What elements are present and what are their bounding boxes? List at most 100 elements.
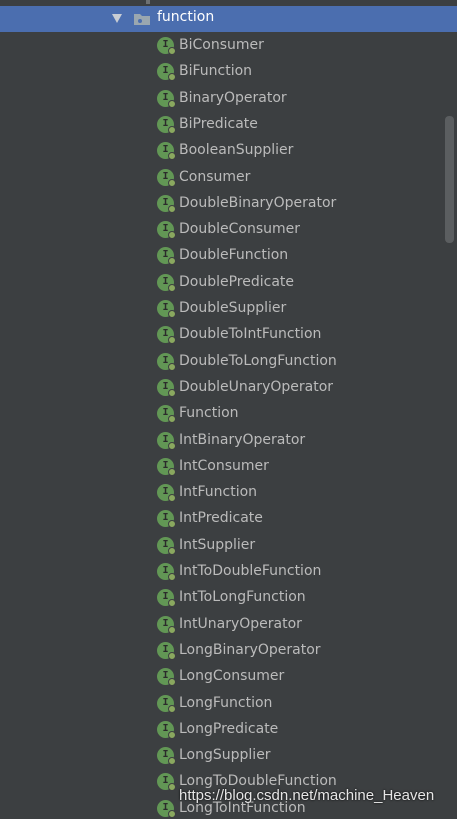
pin-icon: [168, 546, 176, 555]
tree-item[interactable]: I LongPredicate: [157, 718, 278, 740]
tree-item-label: IntPredicate: [179, 510, 263, 526]
interface-icon: I: [157, 536, 176, 555]
tree-item[interactable]: I IntUnaryOperator: [157, 613, 302, 635]
pin-icon: [168, 651, 176, 660]
tree-item[interactable]: I DoubleFunction: [157, 244, 288, 266]
interface-icon: I: [157, 168, 176, 187]
interface-icon: I: [157, 799, 176, 818]
interface-icon: I: [157, 588, 176, 607]
tree-item[interactable]: I DoubleToIntFunction: [157, 323, 321, 345]
tree-item-label: DoubleUnaryOperator: [179, 379, 334, 395]
interface-icon: I: [157, 457, 176, 476]
pin-icon: [168, 204, 176, 213]
tree-item-label: DoubleBinaryOperator: [179, 195, 337, 211]
tree-item-label: DoubleToLongFunction: [179, 353, 337, 369]
tree-item-label: BiConsumer: [179, 37, 264, 53]
pin-icon: [168, 335, 176, 344]
tree-item[interactable]: I DoubleUnaryOperator: [157, 376, 333, 398]
tree-item-label: LongConsumer: [179, 668, 285, 684]
interface-icon: I: [157, 141, 176, 160]
tree-item[interactable]: I DoubleBinaryOperator: [157, 192, 336, 214]
tree-item[interactable]: I IntConsumer: [157, 455, 269, 477]
tree-item[interactable]: I BinaryOperator: [157, 87, 287, 109]
vertical-scrollbar[interactable]: [445, 116, 454, 243]
interface-icon: I: [157, 62, 176, 81]
tree-item[interactable]: I DoubleSupplier: [157, 297, 286, 319]
pin-icon: [168, 704, 176, 713]
expand-arrow-icon[interactable]: [112, 14, 122, 23]
pin-icon: [168, 125, 176, 134]
tree-item[interactable]: I BooleanSupplier: [157, 139, 293, 161]
tree-item-label: IntBinaryOperator: [179, 432, 306, 448]
pin-icon: [168, 730, 176, 739]
interface-icon: I: [157, 325, 176, 344]
pin-icon: [168, 362, 176, 371]
tree-folder-function[interactable]: function: [0, 6, 457, 32]
tree-item-label: DoubleConsumer: [179, 221, 300, 237]
pin-icon: [168, 414, 176, 423]
tree-item[interactable]: I LongSupplier: [157, 744, 271, 766]
interface-icon: I: [157, 220, 176, 239]
pin-icon: [168, 782, 176, 791]
interface-icon: I: [157, 694, 176, 713]
interface-icon: I: [157, 299, 176, 318]
tree-item[interactable]: I LongBinaryOperator: [157, 639, 321, 661]
pin-icon: [168, 388, 176, 397]
pin-icon: [168, 519, 176, 528]
tree-item[interactable]: I Function: [157, 402, 239, 424]
tree-item-label: Consumer: [179, 169, 251, 185]
tree-item[interactable]: I IntPredicate: [157, 507, 263, 529]
tree-item[interactable]: I BiFunction: [157, 60, 252, 82]
interface-icon: I: [157, 772, 176, 791]
interface-icon: I: [157, 720, 176, 739]
folder-label: function: [157, 9, 215, 25]
pin-icon: [168, 283, 176, 292]
interface-icon: I: [157, 509, 176, 528]
interface-icon: I: [157, 431, 176, 450]
package-folder-icon: [134, 14, 150, 25]
interface-icon: I: [157, 378, 176, 397]
interface-icon: I: [157, 615, 176, 634]
pin-icon: [168, 72, 176, 81]
pin-icon: [168, 230, 176, 239]
interface-icon: I: [157, 89, 176, 108]
tree-item-label: IntSupplier: [179, 537, 256, 553]
tree-item-label: LongFunction: [179, 695, 273, 711]
tree-item-label: IntConsumer: [179, 458, 269, 474]
tree-item[interactable]: I BiPredicate: [157, 113, 258, 135]
tree-item[interactable]: I LongConsumer: [157, 665, 284, 687]
tree-item[interactable]: I LongFunction: [157, 692, 272, 714]
tree-item-label: DoubleFunction: [179, 247, 289, 263]
interface-icon: I: [157, 246, 176, 265]
tree-item[interactable]: I DoubleToLongFunction: [157, 350, 337, 372]
tree-item[interactable]: I IntSupplier: [157, 534, 255, 556]
tree-guide: [146, 0, 150, 4]
pin-icon: [168, 467, 176, 476]
project-tree: function I BiConsumer I BiFunction I BinaryOp…: [0, 0, 457, 818]
interface-icon: I: [157, 404, 176, 423]
tree-item[interactable]: I IntFunction: [157, 481, 257, 503]
pin-icon: [168, 151, 176, 160]
pin-icon: [168, 309, 176, 318]
tree-item-label: BinaryOperator: [179, 90, 287, 106]
pin-icon: [168, 598, 176, 607]
tree-item[interactable]: I Consumer: [157, 166, 250, 188]
interface-icon: I: [157, 483, 176, 502]
tree-item[interactable]: I IntBinaryOperator: [157, 429, 305, 451]
tree-item[interactable]: I IntToDoubleFunction: [157, 560, 321, 582]
tree-item[interactable]: I BiConsumer: [157, 34, 264, 56]
interface-icon: I: [157, 115, 176, 134]
tree-item-label: IntToLongFunction: [179, 589, 306, 605]
pin-icon: [168, 756, 176, 765]
pin-icon: [168, 809, 176, 818]
tree-item[interactable]: I DoubleConsumer: [157, 218, 300, 240]
tree-item-label: LongSupplier: [179, 747, 271, 763]
tree-item-label: IntUnaryOperator: [179, 616, 302, 632]
tree-item-label: DoubleSupplier: [179, 300, 287, 316]
tree-item-label: LongPredicate: [179, 721, 279, 737]
tree-item[interactable]: I DoublePredicate: [157, 271, 294, 293]
interface-icon: I: [157, 273, 176, 292]
tree-item-label: BooleanSupplier: [179, 142, 294, 158]
tree-item[interactable]: I IntToLongFunction: [157, 586, 306, 608]
tree-item-label: DoublePredicate: [179, 274, 295, 290]
